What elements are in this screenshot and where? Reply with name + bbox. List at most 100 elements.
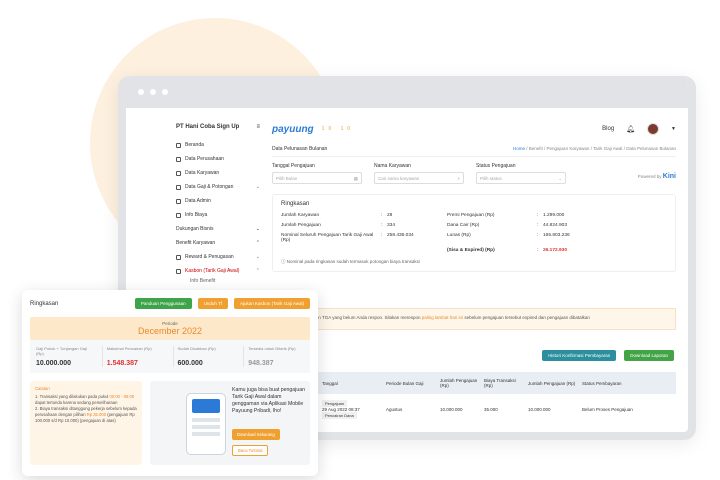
sidebar-item-reward[interactable]: Reward & Penugasan ⌄ bbox=[176, 250, 260, 264]
tutorial-button[interactable]: Baca Tutorial bbox=[232, 445, 269, 456]
sidebar-item-kasbon[interactable]: Kasbon (Tarik Gaji Awal) ⌃ bbox=[176, 264, 260, 278]
sidebar-item-gaji[interactable]: Data Gaji & Potongan ⌄ bbox=[176, 180, 260, 194]
summary-value: 26.172.930 bbox=[543, 248, 568, 253]
date-picker[interactable]: Pilih Bulan ▦ bbox=[272, 172, 362, 184]
status-cell: Belum Proses Pengajuan bbox=[582, 407, 633, 412]
window-dot-icon bbox=[150, 89, 156, 95]
sidebar-item-label: Data Admin bbox=[185, 198, 211, 204]
sidebar-item-label: Kasbon (Tarik Gaji Awal) bbox=[185, 268, 240, 274]
caret-down-icon[interactable]: ▼ bbox=[671, 126, 676, 132]
sidebar-item-label: Reward & Penugasan bbox=[185, 254, 234, 260]
summary-label: Lunas (Rp) bbox=[447, 233, 471, 238]
sidebar-item-biaya[interactable]: Info Biaya bbox=[176, 208, 260, 222]
search-icon: ⌕ bbox=[457, 176, 460, 181]
filter-label: Nama Karyawan bbox=[374, 163, 411, 169]
info-icon bbox=[176, 212, 181, 218]
sidebar-item-label: Data Gaji & Potongan bbox=[185, 184, 234, 190]
download-tf-button[interactable]: Unduh Tf bbox=[197, 298, 229, 309]
summary-value: 1.299.000 bbox=[543, 213, 565, 218]
shield-icon bbox=[176, 198, 181, 204]
chip: Pengajuan bbox=[322, 400, 348, 407]
hamburger-icon[interactable]: ≡ bbox=[256, 124, 260, 130]
column-header: Status Pembayaran bbox=[582, 380, 622, 386]
download-button[interactable]: Download Laporan bbox=[624, 350, 674, 361]
breadcrumb-item[interactable]: Home bbox=[513, 146, 525, 151]
placeholder: Pilih status bbox=[480, 176, 502, 181]
sidebar-item-admin[interactable]: Data Admin bbox=[176, 194, 260, 208]
sidebar-item-beranda[interactable]: Beranda bbox=[176, 138, 260, 152]
filter-label: Status Pengajuan bbox=[476, 163, 516, 169]
summary-value: 258.436.034 bbox=[387, 233, 414, 238]
stat-value: 10.000.000 bbox=[36, 360, 72, 367]
page-header: Data Pelunasan Bulanan Home / Benefit / … bbox=[272, 146, 676, 157]
sidebar-section-benefit[interactable]: Benefit Karyawan ⌃ bbox=[176, 236, 260, 250]
breadcrumb-item[interactable]: Pengajuan Karyawan bbox=[547, 146, 590, 151]
gift-icon bbox=[176, 254, 181, 260]
stat-gaji: Gaji Pokok + Tunjangan Gaji (Rp) 10.000.0… bbox=[36, 346, 92, 367]
history-button[interactable]: Histori Konfirmasi Pembayaran bbox=[542, 350, 617, 361]
table-row[interactable]: Pengajuan 29 Aug 2022 08:37 Pencairan Dana… bbox=[316, 394, 676, 425]
blog-link[interactable]: Blog bbox=[602, 126, 614, 132]
column-header: Periode Bulan Gaji bbox=[386, 380, 424, 386]
company-name: PT Hani Coba Sign Up bbox=[176, 124, 240, 130]
summary-label: (Sisa & Expired) (Rp) bbox=[447, 248, 495, 253]
stat-tersedia: Tersedia untuk Ditarik (Rp) 948.387 bbox=[243, 346, 304, 367]
user-icon bbox=[176, 170, 181, 176]
column-header: Jumlah Pengajuan (Rp) bbox=[528, 380, 576, 386]
avatar[interactable] bbox=[647, 123, 660, 135]
stats-row: Gaji Pokok + Tunjangan Gaji (Rp) 10.000.0… bbox=[30, 340, 310, 373]
window-dot-icon bbox=[138, 89, 144, 95]
breadcrumb-item[interactable]: Tarik Gaji Awal bbox=[593, 146, 622, 151]
note-text: dapat tertunda karena sedang pemeliharaa… bbox=[35, 400, 118, 406]
building-icon bbox=[176, 156, 181, 162]
phone-illustration-icon bbox=[186, 393, 226, 455]
sidebar-item-karyawan[interactable]: Data Karyawan bbox=[176, 166, 260, 180]
period-value: December 2022 bbox=[137, 326, 203, 336]
summary-label: Nominal Seluruh Pengajuan Tarik Gaji Awa… bbox=[281, 233, 374, 243]
powered-by: Powered by Kini bbox=[638, 173, 676, 180]
stage: PT Hani Coba Sign Up ≡ Beranda Data Peru… bbox=[0, 0, 720, 480]
bell-icon[interactable]: 🔔︎ bbox=[626, 125, 635, 133]
browser-titlebar bbox=[126, 76, 688, 108]
summary-label: Jumlah Karyawan bbox=[281, 213, 320, 218]
download-app-button[interactable]: Download Sekarang bbox=[232, 429, 280, 440]
kini-logo: Kini bbox=[662, 173, 676, 180]
note-1: 1. Transaksi yang dilakukan pada pukul 0… bbox=[35, 394, 137, 406]
payuung-logo[interactable]: payuung bbox=[272, 124, 314, 135]
sidebar-item-label: Data Karyawan bbox=[185, 170, 220, 176]
summary-value: 334 bbox=[387, 223, 396, 228]
chip: Pencairan Dana bbox=[322, 412, 357, 419]
apply-kasbon-button[interactable]: Ajukan Kasbon (Tarik Gaji Awal) bbox=[234, 298, 310, 309]
stat-value: 948.387 bbox=[248, 360, 274, 367]
search-input[interactable]: Cari nama karyawan ⌕ bbox=[374, 172, 464, 184]
window-dot-icon bbox=[162, 89, 168, 95]
card-title: Ringkasan bbox=[30, 300, 59, 307]
breadcrumb-item[interactable]: Benefit bbox=[529, 146, 543, 151]
section-label: Benefit Karyawan bbox=[176, 240, 216, 246]
stat-dicairkan: Sudah Dicairkan (Rp) 600.000 bbox=[172, 346, 234, 367]
alert-banner: Terdapat pengajuan TGA yang belum Anda r… bbox=[274, 308, 676, 330]
summary-value: 44.824.903 bbox=[543, 223, 568, 228]
notes-title: Catatan bbox=[35, 386, 50, 391]
alert-link[interactable]: paling lambat hari ini bbox=[422, 315, 463, 320]
sidebar-item-perusahaan[interactable]: Data Perusahaan bbox=[176, 152, 260, 166]
stat-value: 1.548.387 bbox=[106, 360, 138, 367]
table-actions: Histori Konfirmasi Pembayaran Download L… bbox=[542, 350, 674, 361]
summary-label: Jumlah Pengajuan bbox=[281, 223, 321, 228]
column-header: Tanggal bbox=[322, 380, 338, 386]
phone-bar bbox=[192, 432, 220, 436]
sidebar-section-dukungan[interactable]: Dukungan Bisnis ⌄ bbox=[176, 222, 260, 236]
section-label: Dukungan Bisnis bbox=[176, 226, 214, 232]
sidebar-item-label: Info Biaya bbox=[185, 212, 208, 218]
status-select[interactable]: Pilih status ⌄ bbox=[476, 172, 566, 184]
column-header: Jumlah Pengajuan (Rp) bbox=[440, 378, 478, 388]
promo-text: Kamu juga bisa buat pengajuan Tarik Gaji… bbox=[232, 387, 305, 415]
notes-box: Catatan 1. Transaksi yang dilakukan pada… bbox=[30, 381, 142, 465]
sidebar-subitem-info-benefit[interactable]: Info Benefit bbox=[176, 278, 266, 288]
phone-screen bbox=[192, 399, 220, 413]
guide-button[interactable]: Panduan Penggunaan bbox=[134, 298, 192, 309]
summary-card: Ringkasan Panduan Penggunaan Unduh Tf Aj… bbox=[22, 290, 318, 476]
stat-label: Gaji Pokok + Tunjangan Gaji (Rp) bbox=[36, 346, 87, 356]
